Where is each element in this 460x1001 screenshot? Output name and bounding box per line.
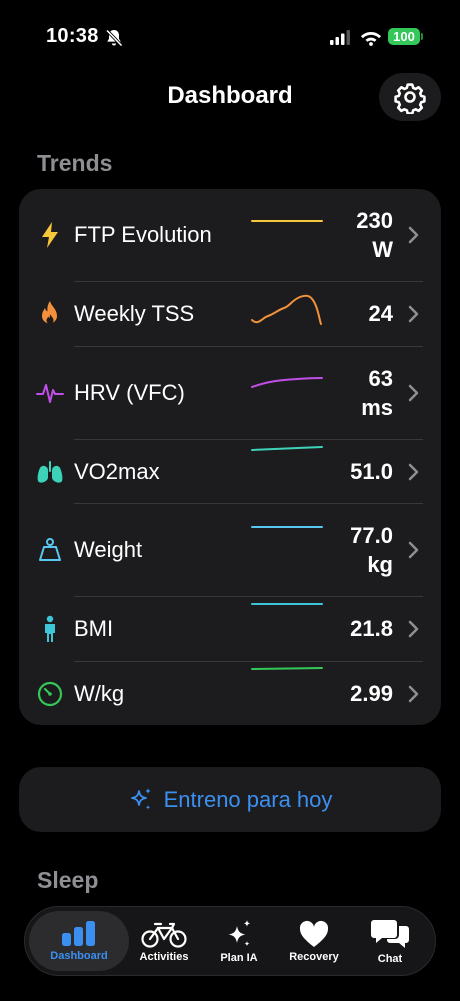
person-icon [36,615,64,643]
tab-label: Activities [139,950,189,963]
trend-label: Weight [74,537,143,562]
trend-row-wkg[interactable]: W/kg 2.99 [19,662,441,725]
trend-row-weekly-tss[interactable]: Weekly TSS 24 [19,282,441,346]
chat-bubbles-icon [371,919,409,948]
trend-sparkline [251,667,323,670]
settings-button[interactable] [379,73,441,121]
heart-icon [299,920,329,947]
tab-bar: Dashboard Activities Plan IA Recovery Ch… [24,906,436,976]
trend-row-ftp[interactable]: FTP Evolution 230 W [19,189,441,281]
chevron-right-icon [408,463,419,481]
trend-value: 77.0 kg [350,523,393,577]
trend-sparkline [251,377,323,388]
trend-label: VO2max [74,459,160,484]
trend-label: HRV (VFC) [74,380,185,405]
chevron-right-icon [408,226,419,244]
trend-value: 63 ms [361,366,393,420]
trend-value: 21.8 [350,616,393,641]
gear-icon [394,83,426,114]
trend-value: 2.99 [350,681,393,706]
tab-label: Dashboard [50,949,108,962]
sparkles-icon [228,919,251,946]
tab-label: Recovery [289,950,339,963]
tab-activities[interactable]: Activities [124,907,204,975]
bell-slash-icon [105,29,123,47]
tab-chat[interactable]: Chat [350,907,430,975]
today-training-label: Entreno para hoy [163,786,333,812]
today-training-button[interactable]: Entreno para hoy [19,767,441,832]
trend-label: Weekly TSS [74,301,195,326]
gauge-icon [36,680,64,708]
trend-sparkline [251,603,323,605]
chevron-right-icon [408,541,419,559]
waveform-icon [36,379,64,407]
chevron-right-icon [408,305,419,323]
trend-row-vo2max[interactable]: VO2max 51.0 [19,440,441,503]
status-bar: 10:38 100 [0,0,460,76]
trend-row-hrv[interactable]: HRV (VFC) 63 ms [19,347,441,439]
trend-label: FTP Evolution [74,222,212,247]
bolt-icon [36,221,64,249]
tab-dashboard[interactable]: Dashboard [29,911,129,971]
tab-label: Chat [377,952,403,965]
trends-card: FTP Evolution 230 W Weekly TSS 24 HRV (V… [19,189,441,725]
trend-value: 24 [368,301,393,326]
trend-row-weight[interactable]: Weight 77.0 kg [19,504,441,596]
trend-value: 230 W [356,208,393,262]
chart-bars-icon [62,920,95,946]
trend-label: BMI [74,616,114,641]
bicycle-icon [141,922,187,948]
wifi-icon [361,32,381,46]
tab-label: Plan IA [220,951,258,964]
trends-section-title: Trends [37,150,113,176]
chevron-right-icon [408,685,419,703]
trend-value: 51.0 [350,459,393,484]
status-time: 10:38 [46,25,99,47]
flame-icon [36,300,64,328]
sparkles-icon [130,787,151,810]
trend-sparkline [251,446,323,451]
chevron-right-icon [408,620,419,638]
trend-label: W/kg [74,681,125,706]
sleep-section-title: Sleep [37,867,99,893]
tab-plan-ia[interactable]: Plan IA [199,907,279,975]
trend-sparkline [251,294,322,325]
tab-recovery[interactable]: Recovery [274,907,354,975]
battery-indicator: 100 [388,28,420,45]
lungs-icon [36,458,64,486]
trend-sparkline [251,526,323,528]
battery-tip [421,33,423,40]
chevron-right-icon [408,384,419,402]
trend-row-bmi[interactable]: BMI 21.8 [19,597,441,661]
signal-icon [330,30,350,45]
scale-icon [36,536,64,564]
trend-sparkline [251,220,323,222]
